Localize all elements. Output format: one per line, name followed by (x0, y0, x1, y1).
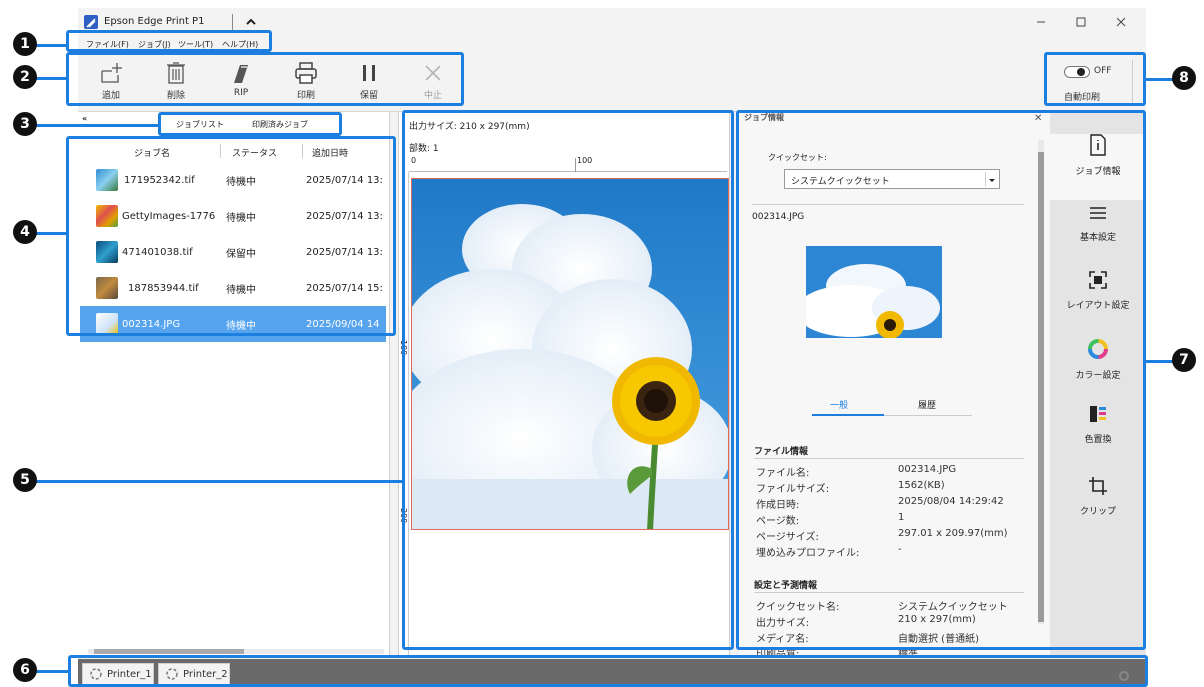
collapse-ribbon-icon[interactable] (244, 14, 258, 28)
callout-leader (36, 77, 68, 80)
window-title: Epson Edge Print P1 (104, 16, 205, 27)
callout-box-7 (736, 110, 1146, 650)
horizontal-scrollbar[interactable] (88, 649, 384, 654)
maximize-icon[interactable] (1074, 14, 1088, 28)
collapse-panel-icon[interactable]: « (82, 114, 87, 123)
callout-leader (36, 480, 404, 483)
callout-leader (36, 670, 70, 673)
callout-badge-8: 8 (1172, 66, 1196, 90)
callout-box-4 (66, 136, 396, 336)
minimize-icon[interactable] (1034, 14, 1048, 28)
callout-box-2 (66, 52, 464, 106)
scrollbar-thumb[interactable] (94, 649, 244, 654)
close-icon[interactable] (1114, 14, 1128, 28)
callout-badge-3: 3 (13, 112, 37, 136)
callout-badge-2: 2 (13, 65, 37, 89)
screenshot-stage: Epson Edge Print P1 ファイル(F) ジョブ(J) ツール(T… (0, 0, 1204, 687)
callout-leader (36, 124, 160, 127)
callout-box-5 (402, 110, 734, 650)
callout-badge-6: 6 (13, 658, 37, 682)
title-divider (232, 14, 233, 30)
callout-leader (36, 232, 68, 235)
callout-badge-4: 4 (13, 220, 37, 244)
callout-badge-7: 7 (1172, 348, 1196, 372)
callout-badge-5: 5 (13, 468, 37, 492)
app-logo-icon (84, 15, 98, 29)
callout-leader (36, 44, 68, 47)
callout-box-3 (158, 112, 342, 136)
callout-box-6 (68, 655, 1148, 687)
callout-badge-1: 1 (13, 32, 37, 56)
callout-box-8 (1044, 52, 1146, 106)
callout-box-1 (66, 30, 272, 52)
